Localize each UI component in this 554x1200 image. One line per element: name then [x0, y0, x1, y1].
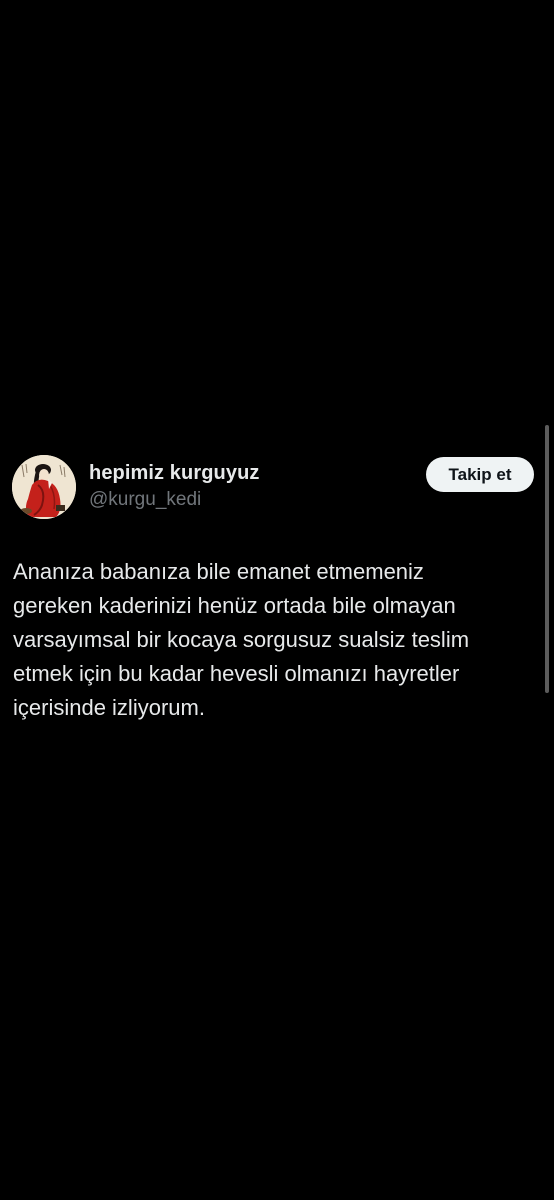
tweet-text: Ananıza babanıza bile emanet etmemeniz g…: [13, 555, 543, 725]
tweet-text-line: içerisinde izliyorum.: [13, 695, 205, 720]
display-name[interactable]: hepimiz kurguyuz: [89, 462, 260, 485]
user-handle[interactable]: @kurgu_kedi: [89, 489, 201, 511]
tweet-text-line: gereken kaderinizi henüz ortada bile olm…: [13, 593, 456, 618]
screen: hepimiz kurguyuz @kurgu_kedi Takip et An…: [0, 0, 554, 1200]
painted-woman-portrait-icon: [12, 455, 76, 519]
tweet-text-line: Ananıza babanıza bile emanet etmemeniz: [13, 559, 424, 584]
tweet-text-line: varsayımsal bir kocaya sorgusuz sualsiz …: [13, 627, 470, 652]
tweet-text-line: etmek için bu kadar hevesli olmanızı hay…: [13, 661, 460, 686]
scrollbar[interactable]: [545, 425, 549, 693]
follow-button[interactable]: Takip et: [426, 457, 534, 492]
avatar[interactable]: [12, 455, 76, 519]
